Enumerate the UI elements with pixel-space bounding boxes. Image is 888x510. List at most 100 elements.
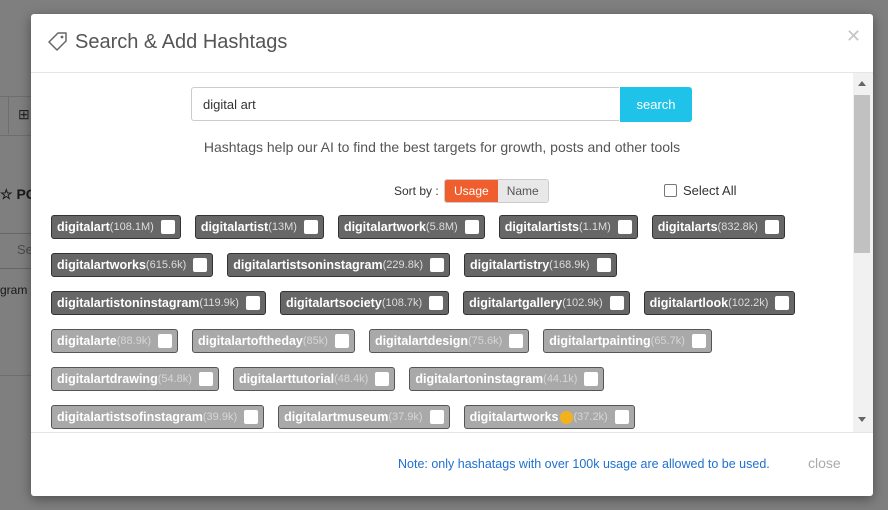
- hashtag-chip[interactable]: digitalartistsofinstagram (39.9k): [51, 405, 265, 429]
- select-all[interactable]: Select All: [664, 183, 736, 198]
- hashtag-row: digitalarte (88.9k) digitalartoftheday (85k…: [51, 329, 831, 353]
- hashtag-name: digitalartlook: [649, 296, 729, 310]
- hashtag-chip[interactable]: digitalartwork (5.8M): [337, 215, 485, 239]
- hashtag-name: digitalartist: [200, 220, 269, 234]
- tag-icon: [48, 32, 67, 51]
- hashtag-chip[interactable]: digitalartlook (102.2k): [643, 291, 796, 315]
- hashtag-name: digitalart: [57, 220, 110, 234]
- close-icon[interactable]: ✕: [846, 26, 861, 47]
- hashtag-chip[interactable]: digitalartist (13M): [194, 215, 324, 239]
- hashtag-checkbox[interactable]: [609, 296, 624, 310]
- hashtag-count: (108.7k): [381, 297, 423, 309]
- hashtag-name: digitalartgallery: [469, 296, 563, 310]
- hashtag-name: digitalartistsofinstagram: [57, 410, 203, 424]
- hashtag-checkbox[interactable]: [584, 372, 599, 386]
- hashtag-checkbox[interactable]: [775, 296, 790, 310]
- sort-by-label: Sort by :: [394, 184, 439, 198]
- hashtag-checkbox[interactable]: [429, 258, 444, 272]
- hashtag-chip[interactable]: digitalartworks (37.2k): [463, 405, 635, 429]
- hashtag-name: digitalartmuseum: [284, 410, 389, 424]
- hashtag-checkbox[interactable]: [509, 334, 524, 348]
- helper-text: Hashtags help our AI to find the best ta…: [203, 139, 681, 155]
- palette-emoji-icon: [560, 410, 574, 424]
- hashtag-list: digitalart (108.1M) digitalartist (13M) digi…: [51, 215, 831, 432]
- hashtag-name: digitalartistsoninstagram: [233, 258, 383, 272]
- hashtag-name: digitalarts: [657, 220, 718, 234]
- hashtag-chip[interactable]: digitalartworks (615.6k): [51, 253, 214, 277]
- sort-usage-button[interactable]: Usage: [445, 180, 498, 202]
- hashtag-checkbox[interactable]: [334, 334, 349, 348]
- modal-body: search Hashtags help our AI to find the …: [31, 73, 853, 432]
- hashtag-checkbox[interactable]: [429, 410, 444, 424]
- close-button[interactable]: close: [808, 455, 841, 471]
- sort-name-button[interactable]: Name: [497, 180, 548, 202]
- scroll-thumb[interactable]: [854, 95, 870, 253]
- hashtag-count: (168.9k): [549, 259, 590, 271]
- hashtag-name: digitalartwork: [343, 220, 426, 234]
- hashtag-chip[interactable]: digitalartpainting (65.7k): [543, 329, 712, 353]
- hashtag-count: (102.9k): [562, 297, 603, 309]
- hashtag-checkbox[interactable]: [198, 372, 213, 386]
- hashtag-checkbox[interactable]: [464, 220, 479, 234]
- hashtag-chip[interactable]: digitalarts (832.8k): [651, 215, 785, 239]
- hashtag-chip[interactable]: digitalartistsoninstagram (229.8k): [227, 253, 450, 277]
- hashtag-checkbox[interactable]: [303, 220, 318, 234]
- hashtag-count: (39.9k): [202, 411, 238, 423]
- hashtag-count: (48.4k): [334, 373, 369, 385]
- hashtag-name: digitalartdrawing: [57, 372, 158, 386]
- hashtag-checkbox[interactable]: [245, 296, 260, 310]
- hashtag-checkbox[interactable]: [158, 334, 172, 348]
- hashtag-checkbox[interactable]: [160, 220, 175, 234]
- hashtag-row: digitalartistoninstagram (119.9k) digitala…: [51, 291, 831, 315]
- hashtag-name: digitalartists: [504, 220, 580, 234]
- hashtag-checkbox[interactable]: [429, 296, 444, 310]
- hashtag-chip[interactable]: digitalartistoninstagram (119.9k): [51, 291, 266, 315]
- hashtag-checkbox[interactable]: [614, 410, 629, 424]
- hashtag-chip[interactable]: digitalartdrawing (54.8k): [51, 367, 219, 391]
- hashtag-checkbox[interactable]: [244, 410, 259, 424]
- hashtag-modal: Search & Add Hashtags ✕ search Hashtags …: [31, 14, 873, 496]
- hashtag-row: digitalart (108.1M) digitalartist (13M) digi…: [51, 215, 831, 239]
- hashtag-checkbox[interactable]: [596, 258, 611, 272]
- hashtag-count: (88.9k): [116, 335, 151, 347]
- hashtag-chip[interactable]: digitalarttutorial (48.4k): [232, 367, 396, 391]
- modal-footer: Note: only hashatags with over 100k usag…: [31, 432, 873, 496]
- modal-header: Search & Add Hashtags ✕: [31, 14, 873, 73]
- hashtag-checkbox[interactable]: [617, 220, 632, 234]
- hashtag-count: (108.1M): [109, 221, 154, 233]
- hashtag-name: digitalartworks: [57, 258, 146, 272]
- hashtag-row: digitalartdrawing (54.8k) digitalarttutori…: [51, 367, 831, 391]
- hashtag-name: digitalartdesign: [374, 334, 469, 348]
- hashtag-checkbox[interactable]: [193, 258, 208, 272]
- hashtag-chip[interactable]: digitalartsociety (108.7k): [279, 291, 450, 315]
- hashtag-chip[interactable]: digitalartists (1.1M): [498, 215, 638, 239]
- hashtag-checkbox[interactable]: [764, 220, 779, 234]
- hashtag-name: digitalartworks: [469, 410, 559, 424]
- select-all-label: Select All: [683, 183, 737, 198]
- scroll-up-arrow[interactable]: [858, 81, 866, 86]
- hashtag-chip[interactable]: digitalarte (88.9k): [51, 329, 178, 353]
- hashtag-chip[interactable]: digitalartgallery (102.9k): [463, 291, 630, 315]
- hashtag-name: digitalartoftheday: [198, 334, 303, 348]
- hashtag-count: (54.8k): [157, 373, 192, 385]
- hashtag-count: (13M): [268, 221, 297, 233]
- hashtag-chip[interactable]: digitalartoninstagram (44.1k): [409, 367, 605, 391]
- hashtag-search-input[interactable]: [191, 87, 619, 121]
- hashtag-count: (65.7k): [650, 335, 685, 347]
- hashtag-count: (119.9k): [199, 297, 239, 309]
- hashtag-chip[interactable]: digitalartdesign (75.6k): [368, 329, 530, 353]
- hashtag-checkbox[interactable]: [691, 334, 706, 348]
- hashtag-count: (37.9k): [388, 411, 423, 423]
- search-button[interactable]: search: [620, 87, 692, 122]
- scrollbar[interactable]: [853, 73, 873, 432]
- hashtag-count: (1.1M): [579, 221, 611, 233]
- hashtag-chip[interactable]: digitalartoftheday (85k): [192, 329, 355, 353]
- select-all-checkbox[interactable]: [664, 184, 677, 197]
- hashtag-checkbox[interactable]: [375, 372, 390, 386]
- hashtag-chip[interactable]: digitalartistry (168.9k): [463, 253, 617, 277]
- hashtag-count: (615.6k): [145, 259, 187, 271]
- hashtag-count: (102.2k): [728, 297, 769, 309]
- scroll-down-arrow[interactable]: [858, 417, 866, 422]
- hashtag-chip[interactable]: digitalartmuseum (37.9k): [278, 405, 450, 429]
- hashtag-chip[interactable]: digitalart (108.1M): [51, 215, 181, 239]
